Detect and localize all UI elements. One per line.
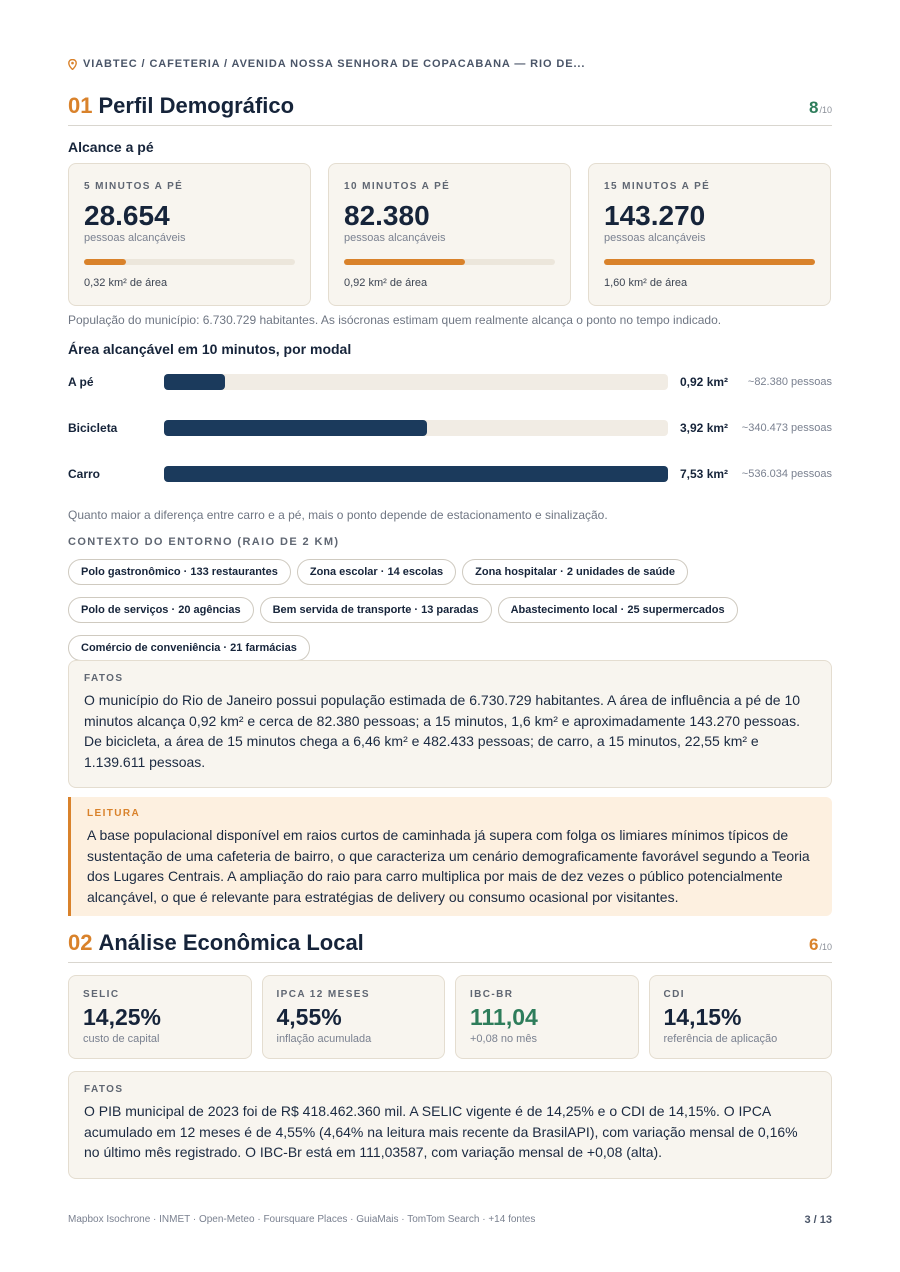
kpi-sub: +0,08 no mês [470,1033,537,1045]
economic-kpis: SELIC 14,25% custo de capital IPCA 12 ME… [68,975,832,1059]
kpi-value: 14,15% [663,1004,742,1030]
reach-title: Alcance a pé [68,139,154,155]
modal-bar-fill [164,420,427,436]
reach-progress-fill [344,259,466,265]
reach-progress-fill [84,259,127,265]
reach-progress-track [84,259,295,265]
kpi-label: SELIC [83,989,120,1000]
context-chip: Abastecimento local · 25 supermercados [497,597,738,623]
kpi-selic: SELIC 14,25% custo de capital [68,975,252,1059]
page-number: 3 / 13 [804,1214,832,1226]
context-chip: Polo gastronômico · 133 restaurantes [68,559,291,585]
reach-progress-track [344,259,555,265]
reach-card-label: 5 MINUTOS A PÉ [84,181,184,192]
section-01-score-denominator: /10 [819,105,832,115]
kpi-cdi: CDI 14,15% referência de aplicação [648,975,832,1059]
context-chip: Bem servida de transporte · 13 paradas [259,597,492,623]
modal-label: A pé [68,375,94,389]
modal-people: ~82.380 pessoas [747,376,832,388]
modal-area-value: 0,92 km² [680,375,729,389]
modal-people: ~340.473 pessoas [741,422,832,434]
section-02-score-value: 6 [809,935,819,954]
context-title: CONTEXTO DO ENTORNO (RAIO DE 2 KM) [68,536,340,548]
facts-label: FATOS [84,1084,124,1095]
context-chip: Zona escolar · 14 escolas [296,559,457,585]
breadcrumb-text: VIABTEC / CAFETERIA / AVENIDA NOSSA SENH… [83,58,586,70]
kpi-value: 111,04 [470,1004,538,1030]
modal-label: Bicicleta [68,421,118,435]
reach-card-label: 10 MINUTOS A PÉ [344,181,451,192]
section-02-score-denominator: /10 [819,942,832,952]
facts-label: FATOS [84,673,124,684]
reach-card-15min: 15 MINUTOS A PÉ 143.270 pessoas alcançáv… [588,163,831,306]
context-chips: Polo gastronômico · 133 restaurantes Zon… [68,559,832,661]
modal-row-car: Carro 7,53 km² ~536.034 pessoas [68,465,832,483]
facts-text: O município do Rio de Janeiro possui pop… [84,692,801,770]
section-02-score: 6/10 [809,935,832,955]
kpi-sub: custo de capital [83,1033,160,1045]
reach-card-value: 82.380 [344,200,430,231]
section-02-title-text: Análise Econômica Local [98,930,364,955]
kpi-ipca: IPCA 12 MESES 4,55% inflação acumulada [261,975,445,1059]
reach-card-sub: pessoas alcançáveis [84,232,186,244]
facts-text: O PIB municipal de 2023 foi de R$ 418.46… [84,1103,798,1160]
kpi-value: 4,55% [276,1004,342,1030]
context-chip: Comércio de conveniência · 21 farmácias [68,635,310,661]
context-chip: Zona hospitalar · 2 unidades de saúde [462,559,689,585]
modal-row-bike: Bicicleta 3,92 km² ~340.473 pessoas [68,419,832,437]
modal-bar-fill [164,374,226,390]
population-note: População do município: 6.730.729 habita… [68,313,722,327]
reach-card-sub: pessoas alcançáveis [604,232,706,244]
facts-box-demographic: FATOS O município do Rio de Janeiro poss… [68,660,832,788]
section-01-title: 01 Perfil Demográfico [68,93,294,119]
kpi-ibc-br: IBC-BR 111,04 +0,08 no mês [455,975,639,1059]
reach-card-10min: 10 MINUTOS A PÉ 82.380 pessoas alcançáve… [328,163,571,306]
reach-progress-fill [604,259,815,265]
reach-card-area: 1,60 km² de área [604,277,688,289]
kpi-label: CDI [663,989,685,1000]
reading-box: LEITURA A base populacional disponível e… [68,797,832,916]
modal-bar-track [164,420,668,436]
reach-card-area: 0,32 km² de área [84,277,168,289]
reach-card-5min: 5 MINUTOS A PÉ 28.654 pessoas alcançávei… [68,163,311,306]
modal-people: ~536.034 pessoas [741,468,832,480]
section-01-header: 01 Perfil Demográfico 8/10 [68,93,832,126]
location-pin-icon [68,58,77,70]
kpi-label: IPCA 12 MESES [276,989,370,1000]
section-01-score-value: 8 [809,98,819,117]
modal-label: Carro [68,467,101,481]
reach-progress-track [604,259,815,265]
reach-card-sub: pessoas alcançáveis [344,232,446,244]
section-01-title-text: Perfil Demográfico [98,93,295,118]
kpi-label: IBC-BR [470,989,514,1000]
section-01-score: 8/10 [809,98,832,118]
footer-sources: Mapbox Isochrone · INMET · Open-Meteo · … [68,1214,536,1225]
modal-area-value: 7,53 km² [680,467,729,481]
modal-title: Área alcançável em 10 minutos, por modal [68,341,352,357]
reach-cards: 5 MINUTOS A PÉ 28.654 pessoas alcançávei… [68,163,832,306]
modal-bar-fill [164,466,668,482]
section-02-header: 02 Análise Econômica Local 6/10 [68,930,832,963]
footer: Mapbox Isochrone · INMET · Open-Meteo · … [68,1214,832,1226]
facts-box-economic: FATOS O PIB municipal de 2023 foi de R$ … [68,1071,832,1179]
context-chip: Polo de serviços · 20 agências [68,597,254,623]
kpi-sub: inflação acumulada [276,1033,372,1045]
reach-card-area: 0,92 km² de área [344,277,428,289]
reading-label: LEITURA [87,808,141,819]
modal-bar-track [164,466,668,482]
section-02-number: 02 [68,930,93,955]
reach-card-value: 28.654 [84,200,170,231]
section-02-title: 02 Análise Econômica Local [68,930,364,956]
reach-card-value: 143.270 [604,200,706,231]
reach-card-label: 15 MINUTOS A PÉ [604,181,711,192]
kpi-value: 14,25% [83,1004,162,1030]
breadcrumb: VIABTEC / CAFETERIA / AVENIDA NOSSA SENH… [68,58,585,70]
reading-text: A base populacional disponível em raios … [87,827,810,905]
modal-note: Quanto maior a diferença entre carro e a… [68,508,608,522]
modal-row-walk: A pé 0,92 km² ~82.380 pessoas [68,373,832,391]
kpi-sub: referência de aplicação [663,1033,778,1045]
section-01-number: 01 [68,93,93,118]
modal-bar-track [164,374,668,390]
modal-area-value: 3,92 km² [680,421,729,435]
